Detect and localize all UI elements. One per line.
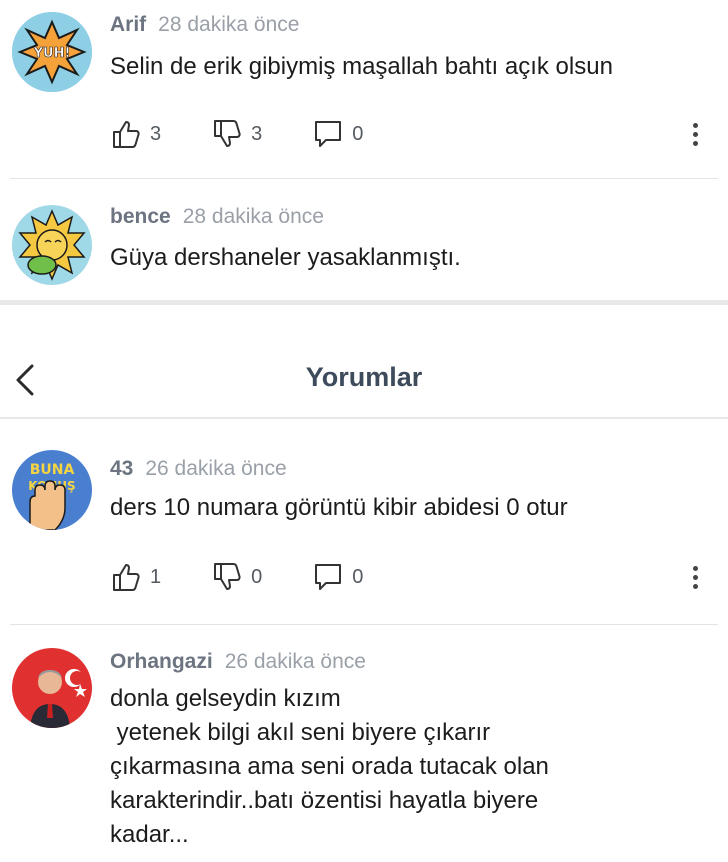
thumbs-up-icon — [113, 121, 140, 148]
comment-actions: 1 0 0 — [110, 562, 413, 592]
more-vertical-icon[interactable] — [690, 563, 700, 593]
dislike-count: 0 — [251, 565, 263, 588]
timestamp: 26 dakika önce — [224, 650, 366, 673]
comment-meta: Arif 28 dakika önce — [110, 13, 299, 37]
svg-text:BUNA: BUNA — [30, 462, 75, 478]
comment-meta: 43 26 dakika önce — [110, 457, 287, 481]
reply-count: 0 — [352, 565, 364, 588]
author-name[interactable]: bence — [110, 205, 171, 228]
author-name[interactable]: 43 — [110, 457, 133, 480]
dislike-button[interactable]: 3 — [211, 118, 262, 150]
comment-icon — [315, 564, 342, 590]
comment-meta: bence 28 dakika önce — [110, 205, 324, 229]
comment-actions: 3 3 0 — [110, 119, 413, 149]
thumbs-down-icon — [214, 563, 241, 590]
comment-text: donla gelseydin kızım yetenek bilgi akıl… — [110, 685, 549, 848]
svg-text:YUH!: YUH! — [33, 46, 71, 61]
divider — [10, 178, 718, 179]
reply-count: 0 — [352, 122, 364, 145]
thumbs-up-icon — [113, 564, 140, 591]
comment-text: Selin de erik gibiymiş maşallah bahtı aç… — [110, 53, 613, 80]
timestamp: 28 dakika önce — [182, 205, 324, 228]
timestamp: 26 dakika önce — [145, 457, 287, 480]
avatar[interactable]: BUNA KONUŞ — [12, 450, 92, 530]
divider — [0, 300, 728, 305]
comment-icon — [315, 121, 342, 147]
reply-button[interactable]: 0 — [312, 118, 363, 150]
comment-text: Güya dershaneler yasaklanmıştı. — [110, 244, 461, 271]
avatar[interactable] — [12, 205, 92, 285]
divider — [10, 624, 718, 625]
avatar[interactable]: YUH! — [12, 12, 92, 92]
thumbs-down-icon — [214, 120, 241, 147]
comment-text: ders 10 numara görüntü kibir abidesi 0 o… — [110, 494, 568, 521]
like-count: 1 — [150, 565, 162, 588]
author-name[interactable]: Orhangazi — [110, 650, 213, 673]
author-name[interactable]: Arif — [110, 13, 146, 36]
page-header: Yorumlar — [0, 300, 728, 420]
avatar[interactable] — [12, 648, 92, 728]
like-button[interactable]: 1 — [110, 561, 161, 593]
reply-button[interactable]: 0 — [312, 561, 363, 593]
like-count: 3 — [150, 122, 162, 145]
dislike-count: 3 — [251, 122, 263, 145]
like-button[interactable]: 3 — [110, 118, 161, 150]
comment-meta: Orhangazi 26 dakika önce — [110, 650, 366, 674]
page-title: Yorumlar — [305, 362, 423, 392]
divider — [0, 417, 728, 419]
more-vertical-icon[interactable] — [690, 120, 700, 150]
dislike-button[interactable]: 0 — [211, 561, 262, 593]
timestamp: 28 dakika önce — [158, 13, 300, 36]
